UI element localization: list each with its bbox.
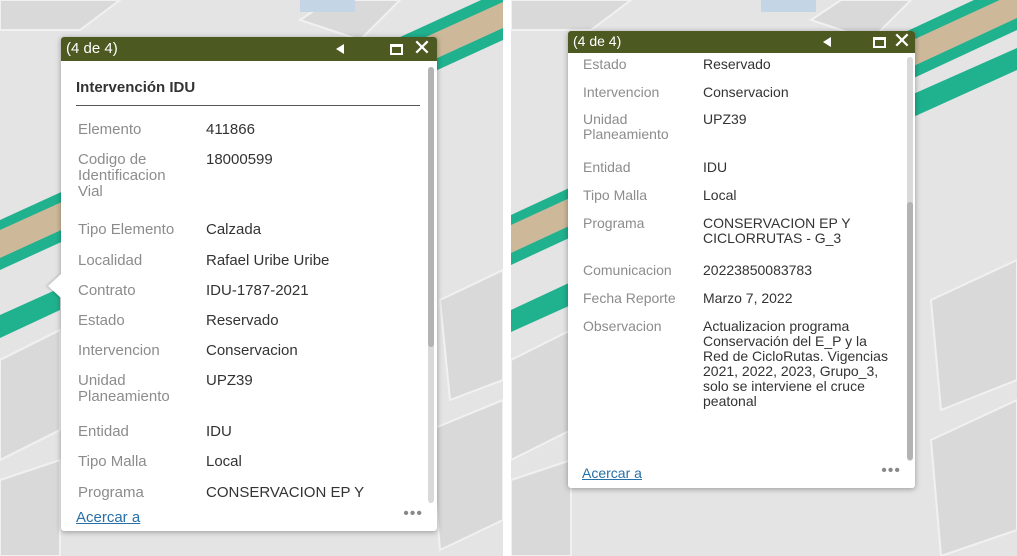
popup-titlebar: (4 de 4) ✕ bbox=[568, 31, 915, 53]
attribute-label: Fecha Reporte bbox=[583, 290, 676, 306]
popup-footer: Acercar a ••• bbox=[568, 460, 915, 488]
attribute-value: CONSERVACION EP Y bbox=[206, 484, 365, 501]
attribute-value: Reservado bbox=[703, 56, 771, 72]
close-button[interactable]: ✕ bbox=[892, 31, 912, 53]
attribute-value: Marzo 7, 2022 bbox=[703, 290, 793, 306]
popup-scrollbar[interactable] bbox=[907, 57, 913, 461]
attribute-value: Rafael Uribe Uribe bbox=[206, 252, 330, 269]
attribute-label: Observacion bbox=[583, 318, 662, 334]
attribute-label: Elemento bbox=[78, 121, 142, 138]
maximize-button[interactable] bbox=[386, 37, 406, 61]
map-view-left[interactable]: (4 de 4) ✕ Intervención IDU Elemento 411… bbox=[0, 0, 503, 556]
attribute-value: 18000599 bbox=[206, 151, 273, 168]
attribute-label: Entidad bbox=[78, 423, 129, 440]
maximize-icon bbox=[389, 43, 403, 55]
popup-footer: Acercar a ••• bbox=[61, 503, 437, 531]
attribute-label: Intervencion bbox=[78, 342, 160, 359]
popup-scrollbar[interactable] bbox=[428, 67, 434, 503]
popup-titlebar: (4 de 4) ✕ bbox=[61, 37, 437, 61]
attribute-value: IDU bbox=[703, 159, 728, 175]
previous-arrow-icon bbox=[823, 37, 831, 47]
attribute-label: Comunicacion bbox=[583, 262, 672, 278]
attribute-label: Contrato bbox=[78, 282, 136, 299]
more-actions-icon[interactable]: ••• bbox=[403, 505, 423, 523]
attribute-value: 411866 bbox=[206, 121, 255, 138]
attribute-label: Tipo Malla bbox=[583, 187, 648, 203]
attribute-value: Local bbox=[206, 453, 242, 470]
close-icon: ✕ bbox=[892, 29, 912, 54]
attribute-value: UPZ39 bbox=[206, 372, 253, 389]
previous-feature-button[interactable] bbox=[817, 31, 837, 53]
attribute-label: Estado bbox=[583, 56, 627, 72]
scrollbar-thumb[interactable] bbox=[428, 67, 434, 347]
attribute-label: Localidad bbox=[78, 252, 143, 269]
zoom-to-link[interactable]: Acercar a bbox=[582, 465, 642, 481]
maximize-icon bbox=[872, 36, 886, 48]
popup-content[interactable]: Estado Reservado Intervencion Conservaci… bbox=[568, 53, 905, 460]
attribute-label: Tipo Elemento bbox=[78, 221, 175, 238]
attribute-value: Conservacion bbox=[703, 84, 789, 100]
popup-window: (4 de 4) ✕ Intervención IDU Elemento 411… bbox=[48, 37, 437, 531]
feature-counter: (4 de 4) bbox=[66, 40, 118, 57]
attribute-value: CONSERVACION EP Y CICLORRUTAS - G_3 bbox=[703, 215, 851, 246]
attribute-label: Intervencion bbox=[583, 84, 660, 100]
scrollbar-thumb[interactable] bbox=[907, 202, 913, 460]
previous-feature-button[interactable] bbox=[329, 37, 351, 61]
attribute-label: Unidad Planeamiento bbox=[583, 111, 669, 142]
zoom-to-link[interactable]: Acercar a bbox=[76, 509, 140, 526]
attribute-value: Actualizacion programa Conservación del … bbox=[703, 318, 888, 409]
layer-title: Intervención IDU bbox=[76, 79, 420, 106]
popup-pointer bbox=[48, 274, 61, 298]
attribute-label: Entidad bbox=[583, 159, 631, 175]
attribute-value: IDU-1787-2021 bbox=[206, 282, 309, 299]
attribute-label: Codigo de Identificacion Vial bbox=[78, 151, 166, 200]
attribute-label: Programa bbox=[78, 484, 144, 501]
attribute-value: Calzada bbox=[206, 221, 262, 238]
feature-counter: (4 de 4) bbox=[573, 33, 622, 49]
close-button[interactable]: ✕ bbox=[411, 37, 433, 61]
close-icon: ✕ bbox=[412, 36, 432, 61]
attribute-label: Programa bbox=[583, 215, 645, 231]
attribute-value: Local bbox=[703, 187, 737, 203]
attribute-value: Conservacion bbox=[206, 342, 298, 359]
popup-window: (4 de 4) ✕ Estado Reservado Intervencion… bbox=[568, 31, 915, 488]
attribute-value: UPZ39 bbox=[703, 111, 747, 127]
attribute-label: Tipo Malla bbox=[78, 453, 147, 470]
previous-arrow-icon bbox=[336, 44, 344, 54]
attribute-label: Estado bbox=[78, 312, 125, 329]
attribute-value: IDU bbox=[206, 423, 232, 440]
popup-content[interactable]: Intervención IDU Elemento 411866 Codigo … bbox=[61, 61, 427, 503]
more-actions-icon[interactable]: ••• bbox=[881, 462, 901, 480]
attribute-value: Reservado bbox=[206, 312, 279, 329]
attribute-value: 20223850083783 bbox=[703, 262, 813, 278]
maximize-button[interactable] bbox=[870, 31, 888, 53]
attribute-label: Unidad Planeamiento bbox=[78, 372, 170, 405]
